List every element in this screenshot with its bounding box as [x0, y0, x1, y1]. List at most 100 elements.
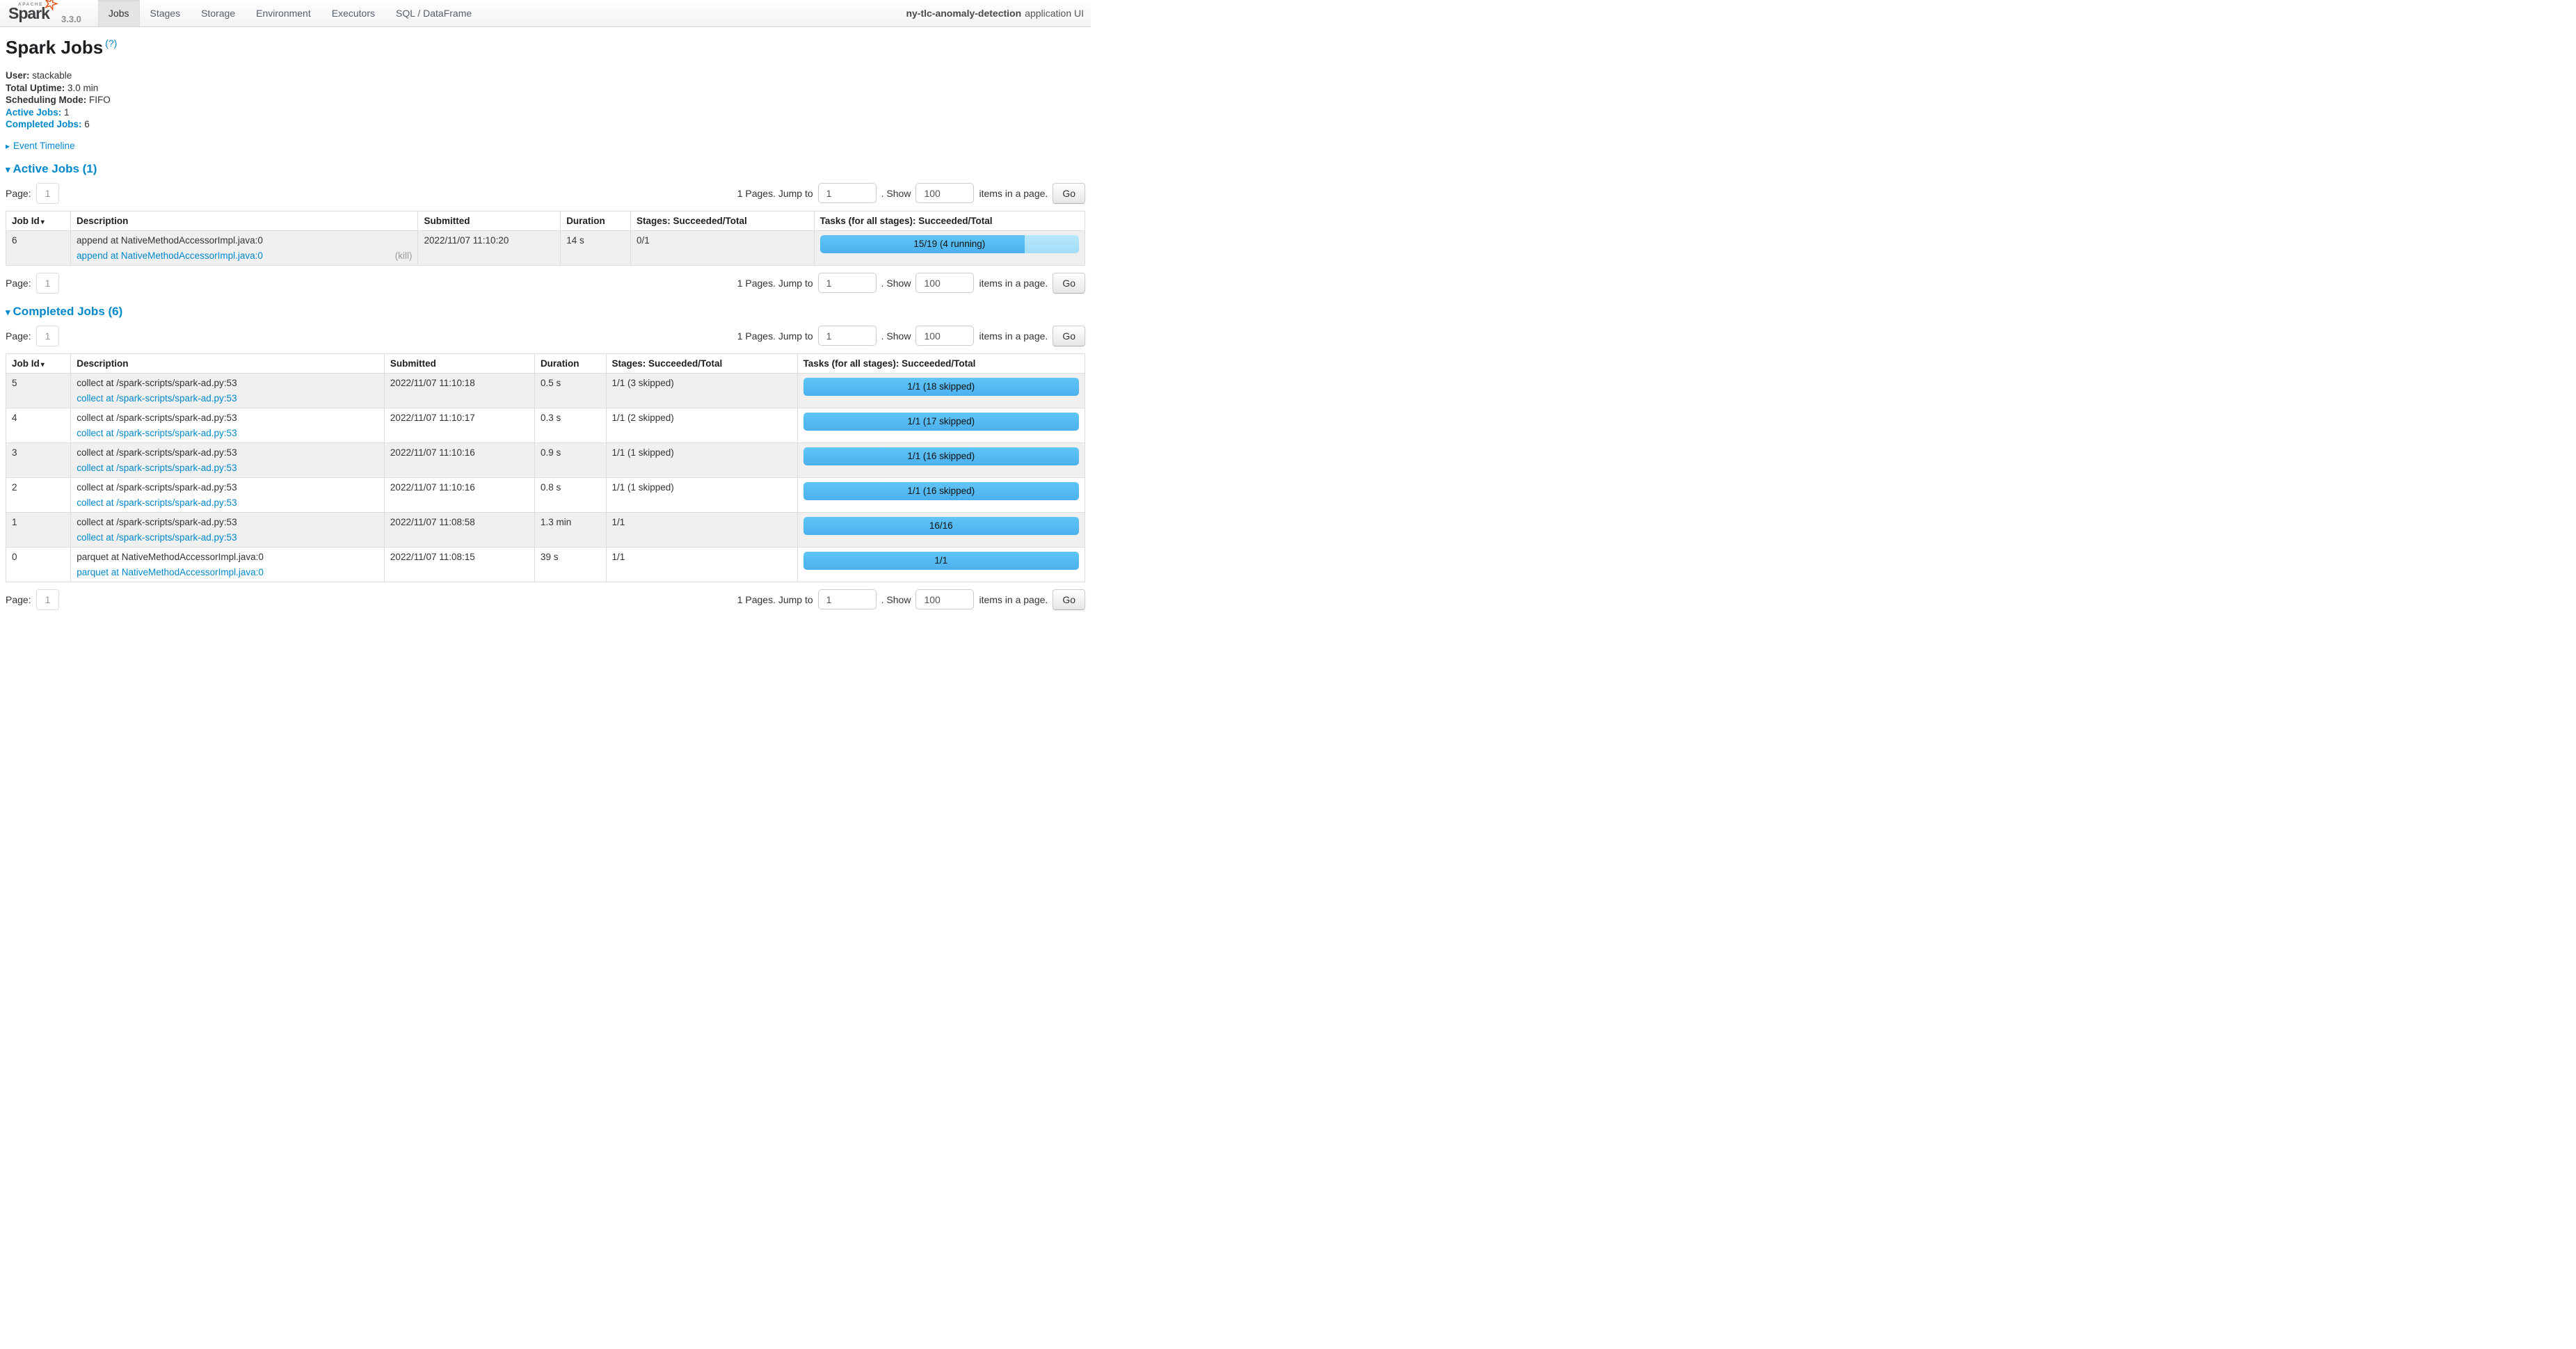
job-id-cell: 6 — [6, 230, 71, 265]
tasks-cell: 15/19 (4 running) — [814, 230, 1085, 265]
submitted-cell: 2022/11/07 11:10:17 — [384, 408, 534, 442]
active-table-pagination-bottom: Page: 1 1 Pages. Jump to . Show items in… — [6, 273, 1085, 294]
column-header-description[interactable]: Description — [71, 353, 385, 373]
tasks-cell: 1/1 (16 skipped) — [797, 477, 1085, 512]
column-header-tasks[interactable]: Tasks (for all stages): Succeeded/Total — [814, 211, 1085, 230]
job-detail-link[interactable]: collect at /spark-scripts/spark-ad.py:53 — [77, 393, 237, 404]
summary-active-jobs: Active Jobs: 1 — [6, 106, 1085, 119]
job-id-cell: 2 — [6, 477, 71, 512]
job-detail-link[interactable]: collect at /spark-scripts/spark-ad.py:53 — [77, 532, 237, 543]
job-detail-link[interactable]: collect at /spark-scripts/spark-ad.py:53 — [77, 428, 237, 438]
page-indicator[interactable]: 1 — [36, 326, 60, 346]
duration-cell: 14 s — [561, 230, 631, 265]
tasks-progress-bar: 1/1 (18 skipped) — [803, 378, 1079, 396]
column-header-submitted[interactable]: Submitted — [418, 211, 561, 230]
jump-to-page-input[interactable] — [818, 183, 877, 203]
job-summary: User: stackable Total Uptime: 3.0 min Sc… — [6, 70, 1085, 131]
column-header-submitted[interactable]: Submitted — [384, 353, 534, 373]
tasks-progress-bar: 16/16 — [803, 517, 1079, 535]
description-cell: collect at /spark-scripts/spark-ad.py:53… — [71, 442, 385, 477]
application-name-suffix: application UI — [1025, 8, 1084, 19]
summary-uptime: Total Uptime: 3.0 min — [6, 82, 1085, 95]
pages-jump-text: 1 Pages. Jump to — [737, 330, 813, 342]
tasks-progress-bar: 1/1 — [803, 552, 1079, 570]
job-detail-link[interactable]: collect at /spark-scripts/spark-ad.py:53 — [77, 463, 237, 473]
page-indicator[interactable]: 1 — [36, 183, 60, 204]
job-detail-link[interactable]: collect at /spark-scripts/spark-ad.py:53 — [77, 497, 237, 508]
column-header-job-id[interactable]: Job Id▾ — [6, 211, 71, 230]
page-indicator[interactable]: 1 — [36, 273, 60, 294]
page-indicator[interactable]: 1 — [36, 589, 60, 610]
tasks-cell: 1/1 (16 skipped) — [797, 442, 1085, 477]
go-button[interactable]: Go — [1053, 589, 1085, 610]
table-row: 0 parquet at NativeMethodAccessorImpl.ja… — [6, 547, 1085, 582]
show-items-input[interactable] — [915, 589, 974, 609]
submitted-cell: 2022/11/07 11:08:15 — [384, 547, 534, 582]
pages-jump-text: 1 Pages. Jump to — [737, 594, 813, 605]
tasks-progress-bar: 1/1 (17 skipped) — [803, 413, 1079, 431]
active-jobs-link[interactable]: Active Jobs: — [6, 107, 61, 118]
duration-cell: 0.3 s — [534, 408, 606, 442]
column-header-duration[interactable]: Duration — [561, 211, 631, 230]
table-row: 4 collect at /spark-scripts/spark-ad.py:… — [6, 408, 1085, 442]
completed-table-header-row: Job Id▾ Description Submitted Duration S… — [6, 353, 1085, 373]
active-jobs-section-header[interactable]: ▾Active Jobs (1) — [6, 162, 1085, 176]
stages-cell: 1/1 — [606, 512, 797, 547]
stages-cell: 1/1 — [606, 547, 797, 582]
show-items-input[interactable] — [915, 273, 974, 293]
description-cell: parquet at NativeMethodAccessorImpl.java… — [71, 547, 385, 582]
top-navbar: APACHE Spark ☆ 3.3.0 Jobs Stages Storage… — [0, 0, 1091, 27]
table-row: 2 collect at /spark-scripts/spark-ad.py:… — [6, 477, 1085, 512]
show-items-input[interactable] — [915, 326, 974, 346]
description-cell: append at NativeMethodAccessorImpl.java:… — [71, 230, 418, 265]
tab-jobs[interactable]: Jobs — [98, 0, 140, 26]
tab-environment[interactable]: Environment — [246, 0, 321, 26]
go-button[interactable]: Go — [1053, 183, 1085, 204]
submitted-cell: 2022/11/07 11:10:20 — [418, 230, 561, 265]
column-header-stages[interactable]: Stages: Succeeded/Total — [606, 353, 797, 373]
summary-user: User: stackable — [6, 70, 1085, 82]
tab-sql-dataframe[interactable]: SQL / DataFrame — [385, 0, 482, 26]
tab-storage[interactable]: Storage — [191, 0, 246, 26]
active-table-pagination-top: Page: 1 1 Pages. Jump to . Show items in… — [6, 183, 1085, 204]
table-row: 5 collect at /spark-scripts/spark-ad.py:… — [6, 373, 1085, 408]
jump-to-page-input[interactable] — [818, 589, 877, 609]
items-text: items in a page. — [979, 330, 1048, 342]
column-header-tasks[interactable]: Tasks (for all stages): Succeeded/Total — [797, 353, 1085, 373]
show-items-input[interactable] — [915, 183, 974, 203]
tasks-progress-bar: 1/1 (16 skipped) — [803, 447, 1079, 465]
kill-job-link[interactable]: (kill) — [395, 250, 413, 261]
stages-cell: 1/1 (1 skipped) — [606, 477, 797, 512]
column-header-duration[interactable]: Duration — [534, 353, 606, 373]
stages-cell: 1/1 (3 skipped) — [606, 373, 797, 408]
jump-to-page-input[interactable] — [818, 273, 877, 293]
tasks-cell: 1/1 (18 skipped) — [797, 373, 1085, 408]
column-header-description[interactable]: Description — [71, 211, 418, 230]
go-button[interactable]: Go — [1053, 326, 1085, 346]
completed-jobs-link[interactable]: Completed Jobs: — [6, 119, 82, 129]
event-timeline-toggle[interactable]: ▸Event Timeline — [6, 141, 1085, 151]
completed-jobs-section-header[interactable]: ▾Completed Jobs (6) — [6, 305, 1085, 319]
column-header-job-id[interactable]: Job Id▾ — [6, 353, 71, 373]
table-row: 3 collect at /spark-scripts/spark-ad.py:… — [6, 442, 1085, 477]
completed-table-pagination-top: Page: 1 1 Pages. Jump to . Show items in… — [6, 326, 1085, 346]
description-cell: collect at /spark-scripts/spark-ad.py:53… — [71, 512, 385, 547]
summary-scheduling-mode: Scheduling Mode: FIFO — [6, 94, 1085, 106]
table-row: 1 collect at /spark-scripts/spark-ad.py:… — [6, 512, 1085, 547]
chevron-down-icon: ▾ — [6, 307, 10, 317]
tab-executors[interactable]: Executors — [321, 0, 385, 26]
pages-jump-text: 1 Pages. Jump to — [737, 188, 813, 199]
job-detail-link[interactable]: parquet at NativeMethodAccessorImpl.java… — [77, 567, 264, 577]
job-id-cell: 3 — [6, 442, 71, 477]
job-id-cell: 4 — [6, 408, 71, 442]
help-tooltip-link[interactable]: (?) — [105, 38, 117, 49]
go-button[interactable]: Go — [1053, 273, 1085, 294]
column-header-stages[interactable]: Stages: Succeeded/Total — [631, 211, 815, 230]
jump-to-page-input[interactable] — [818, 326, 877, 346]
page-label: Page: — [6, 278, 31, 289]
tasks-progress-bar: 15/19 (4 running) — [820, 235, 1079, 253]
job-id-cell: 1 — [6, 512, 71, 547]
tab-stages[interactable]: Stages — [140, 0, 191, 26]
job-detail-link[interactable]: append at NativeMethodAccessorImpl.java:… — [77, 250, 263, 261]
active-table-header-row: Job Id▾ Description Submitted Duration S… — [6, 211, 1085, 230]
